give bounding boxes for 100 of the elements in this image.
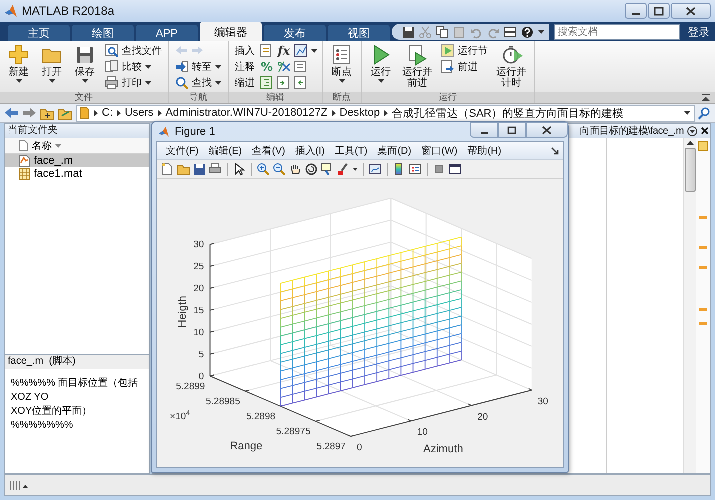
maximize-button[interactable] bbox=[498, 122, 526, 138]
ribbon-button[interactable]: 注释 bbox=[233, 59, 257, 74]
data-cursor-icon[interactable] bbox=[321, 162, 334, 176]
ribbon-tab[interactable]: 视图 bbox=[328, 25, 390, 42]
ribbon-tab[interactable]: APP bbox=[136, 25, 198, 42]
zoom-in-icon[interactable] bbox=[257, 162, 270, 176]
search-icon[interactable] bbox=[698, 106, 711, 120]
axis-tick-label: 5.28975 bbox=[276, 426, 311, 438]
menu-item[interactable]: 文件(F) bbox=[161, 144, 204, 158]
close-button[interactable] bbox=[671, 3, 711, 19]
caret-icon bbox=[538, 30, 545, 34]
window-icon[interactable] bbox=[449, 162, 462, 176]
brush-icon[interactable] bbox=[337, 162, 350, 176]
copy-icon[interactable] bbox=[436, 26, 449, 38]
uncomment-icon[interactable] bbox=[277, 60, 291, 74]
minimize-button[interactable] bbox=[625, 3, 647, 19]
scrollbar-thumb[interactable] bbox=[684, 148, 696, 192]
details-text: XOY位置的平面） %%%%%%% bbox=[11, 405, 94, 433]
arrow-icon bbox=[175, 60, 189, 74]
close-icon[interactable] bbox=[542, 126, 552, 134]
ribbon-button[interactable]: 运行节 bbox=[439, 43, 490, 58]
rotate-icon[interactable] bbox=[305, 162, 318, 176]
sign-in-link[interactable]: 登录 bbox=[686, 24, 712, 40]
menu-item[interactable]: 查看(V) bbox=[247, 144, 290, 158]
ribbon-button[interactable]: 缩进 bbox=[233, 75, 257, 90]
path-segment[interactable]: 合成孔径雷达（SAR）的竖直方向面目标的建模 bbox=[392, 106, 624, 120]
ribbon-button[interactable]: 转至 bbox=[173, 59, 224, 74]
new-document-icon[interactable] bbox=[161, 162, 174, 176]
menu-item[interactable]: 帮助(H) bbox=[462, 144, 507, 158]
close-icon[interactable] bbox=[701, 127, 709, 135]
folder-icon[interactable] bbox=[177, 162, 190, 176]
details-text: %%%%% 面目标位置（包括XOZ YO bbox=[11, 377, 140, 405]
path-segment[interactable]: Desktop bbox=[340, 107, 380, 119]
menu-item[interactable]: 窗口(W) bbox=[416, 144, 463, 158]
pointer-icon[interactable] bbox=[233, 162, 246, 176]
ribbon-button[interactable]: 保存 bbox=[70, 43, 100, 84]
path-segment[interactable]: Users bbox=[125, 107, 154, 119]
link-plot-icon[interactable] bbox=[369, 162, 382, 176]
legend-icon[interactable] bbox=[409, 162, 422, 176]
maximize-icon[interactable] bbox=[507, 126, 517, 134]
options-icon[interactable] bbox=[687, 126, 698, 136]
ribbon-tab[interactable]: 主页 bbox=[8, 25, 70, 42]
chart-icon[interactable] bbox=[294, 44, 308, 58]
tool-glyph[interactable]: fx bbox=[277, 44, 291, 58]
increase-indent-icon[interactable] bbox=[277, 76, 291, 90]
hand-icon[interactable] bbox=[289, 162, 302, 176]
axis-tick-label: 5.2898 bbox=[246, 411, 276, 422]
file-name: face1.mat bbox=[34, 168, 82, 180]
ribbon-button[interactable]: 前进 bbox=[439, 59, 490, 74]
ribbon-button[interactable]: 运行并前进 bbox=[399, 43, 436, 90]
axis-label: Azimuth bbox=[423, 444, 464, 456]
axis-label: Range bbox=[230, 440, 263, 453]
ribbon-button[interactable]: 运行并计时 bbox=[493, 43, 530, 90]
maximize-button[interactable] bbox=[648, 3, 670, 19]
file-row[interactable]: face1.mat bbox=[5, 167, 149, 180]
close-button[interactable] bbox=[526, 122, 568, 138]
dock-arrow-icon[interactable] bbox=[551, 146, 559, 154]
ribbon-tab[interactable]: 编辑器 bbox=[200, 22, 262, 42]
file-row[interactable]: face_.m bbox=[5, 154, 149, 167]
decrease-indent-icon[interactable] bbox=[294, 76, 308, 90]
ribbon-button[interactable]: 查找文件 bbox=[103, 43, 164, 58]
ribbon-button[interactable]: 运行 bbox=[366, 43, 396, 84]
stopwatch-icon bbox=[500, 44, 522, 66]
maximize-icon[interactable] bbox=[654, 6, 664, 16]
printer-icon[interactable] bbox=[209, 162, 222, 176]
close-icon[interactable] bbox=[686, 6, 696, 16]
menu-item[interactable]: 编辑(E) bbox=[204, 144, 248, 158]
collapse-icon[interactable] bbox=[701, 94, 711, 102]
zoom-out-icon[interactable] bbox=[273, 162, 286, 176]
path-segment[interactable]: C: bbox=[102, 107, 113, 119]
ribbon-tab[interactable]: 发布 bbox=[264, 25, 326, 42]
ribbon-button[interactable]: 比较 bbox=[103, 59, 164, 74]
scrollbar[interactable] bbox=[683, 138, 696, 473]
square-icon[interactable] bbox=[433, 162, 446, 176]
path-segment[interactable]: Administrator.WIN7U-20180127Z bbox=[166, 107, 328, 119]
tool-glyph[interactable]: % bbox=[260, 60, 274, 74]
menu-item[interactable]: 桌面(D) bbox=[372, 144, 417, 158]
up-folder-icon[interactable] bbox=[40, 106, 55, 120]
wrap-icon[interactable] bbox=[294, 60, 308, 74]
ribbon-button[interactable]: 断点 bbox=[327, 43, 357, 84]
column-header[interactable]: 名称 bbox=[32, 138, 62, 152]
insert-icon[interactable] bbox=[260, 44, 274, 58]
axis-tick-label: 10 bbox=[194, 327, 204, 338]
search-field[interactable]: 搜索文档 bbox=[551, 24, 680, 40]
menu-item[interactable]: 插入(I) bbox=[290, 144, 330, 158]
browse-folder-icon[interactable] bbox=[58, 106, 73, 120]
indent-icon[interactable] bbox=[260, 76, 274, 90]
ribbon-button[interactable]: 打开 bbox=[37, 43, 67, 84]
minimize-button[interactable] bbox=[470, 122, 498, 138]
menu-item[interactable]: 工具(T) bbox=[330, 144, 373, 158]
ribbon-tab[interactable]: 绘图 bbox=[72, 25, 134, 42]
ribbon-button[interactable]: 打印 bbox=[103, 75, 164, 90]
resize-grip-icon[interactable] bbox=[9, 479, 29, 491]
ribbon-button[interactable]: 查找 bbox=[173, 75, 224, 90]
help-icon[interactable] bbox=[521, 26, 534, 38]
address-field[interactable]: C: Users Administrator.WIN7U-20180127Z Desktop 合成孔径雷达（SAR）的竖直方向面目标的建模 bbox=[76, 104, 695, 122]
ribbon-button[interactable]: 新建 bbox=[4, 43, 34, 84]
back-arrow-icon[interactable] bbox=[4, 106, 19, 120]
windows-icon[interactable] bbox=[504, 26, 517, 38]
ribbon-button[interactable]: 插入 bbox=[233, 43, 257, 58]
